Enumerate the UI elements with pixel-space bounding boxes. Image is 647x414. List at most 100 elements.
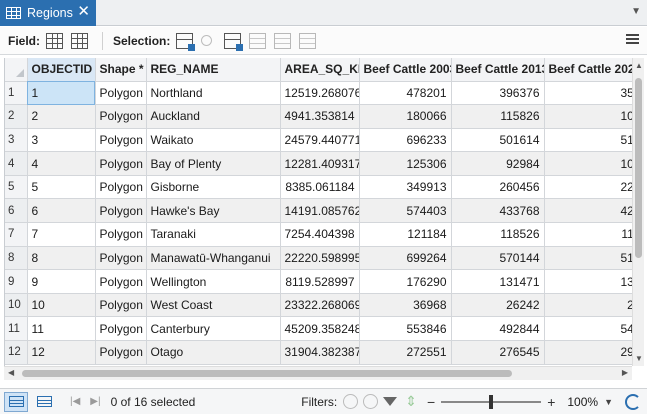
beef-2003-cell[interactable]: 349913 bbox=[359, 175, 452, 200]
copy-selection-icon[interactable] bbox=[299, 32, 317, 49]
table-row[interactable]: 8 8 Polygon Manawatū-Whanganui 22220.598995 6… bbox=[5, 246, 632, 271]
beef-2003-cell[interactable]: 180066 bbox=[359, 104, 452, 129]
scroll-left-icon[interactable]: ◀ bbox=[8, 368, 14, 377]
beef-2003-cell[interactable]: 553846 bbox=[359, 316, 452, 342]
column-header[interactable]: OBJECTID * bbox=[27, 58, 96, 82]
beef-2003-cell[interactable]: 176290 bbox=[359, 269, 452, 294]
beef-2013-cell[interactable]: 492844 bbox=[451, 316, 545, 342]
area-cell[interactable]: 31904.382387 bbox=[280, 340, 360, 365]
area-cell[interactable]: 23322.268069 bbox=[280, 293, 360, 318]
vertical-scroll-thumb[interactable] bbox=[635, 78, 642, 258]
column-header[interactable]: Beef Cattle 2013 bbox=[451, 58, 545, 82]
table-row[interactable]: 12 12 Polygon Otago 31904.382387 272551 276545… bbox=[5, 340, 632, 365]
objectid-cell[interactable]: 1 bbox=[27, 81, 96, 106]
show-selected-records-button[interactable] bbox=[32, 392, 56, 412]
table-row[interactable]: 5 5 Polygon Gisborne 8385.061184 349913 260456… bbox=[5, 175, 632, 200]
beef-2023-cell[interactable]: 299489 bbox=[544, 340, 632, 365]
first-record-icon[interactable]: |◀ bbox=[70, 396, 80, 407]
table-row[interactable]: 9 9 Polygon Wellington 8119.528997 176290 1314… bbox=[5, 269, 632, 294]
horizontal-scroll-thumb[interactable] bbox=[22, 370, 512, 377]
zoom-slider-knob[interactable] bbox=[489, 394, 494, 409]
reg-name-cell[interactable]: Bay of Plenty bbox=[146, 151, 281, 176]
chevron-down-icon[interactable]: ▼ bbox=[631, 6, 641, 17]
clear-selection-icon[interactable] bbox=[249, 32, 267, 49]
zoom-level[interactable]: 100% bbox=[567, 395, 598, 409]
shape-cell[interactable]: Polygon bbox=[95, 246, 147, 271]
beef-2023-cell[interactable]: 20487 bbox=[544, 293, 632, 318]
beef-2023-cell[interactable]: 542145 bbox=[544, 316, 632, 342]
row-number[interactable]: 1 bbox=[5, 81, 28, 106]
beef-2013-cell[interactable]: 260456 bbox=[451, 175, 545, 200]
column-header[interactable]: REG_NAME bbox=[146, 58, 281, 82]
chevron-down-icon[interactable]: ▼ bbox=[604, 397, 613, 407]
area-cell[interactable]: 4941.353814 bbox=[280, 104, 360, 129]
beef-2013-cell[interactable]: 26242 bbox=[451, 293, 545, 318]
table-row[interactable]: 3 3 Polygon Waikato 24579.440771 696233 501614… bbox=[5, 128, 632, 153]
horizontal-scrollbar[interactable]: ◀ ▶ bbox=[4, 366, 632, 380]
beef-2023-cell[interactable]: 517451 bbox=[544, 246, 632, 271]
area-cell[interactable]: 24579.440771 bbox=[280, 128, 360, 153]
zoom-out-button[interactable]: − bbox=[427, 394, 435, 410]
beef-2003-cell[interactable]: 696233 bbox=[359, 128, 452, 153]
beef-2003-cell[interactable]: 478201 bbox=[359, 81, 452, 106]
objectid-cell[interactable]: 5 bbox=[27, 175, 96, 200]
table-row[interactable]: 7 7 Polygon Taranaki 7254.404398 121184 118526… bbox=[5, 222, 632, 247]
row-number[interactable]: 5 bbox=[5, 175, 28, 200]
area-cell[interactable]: 22220.598995 bbox=[280, 246, 360, 271]
last-record-icon[interactable]: ▶| bbox=[90, 396, 100, 407]
row-number[interactable]: 9 bbox=[5, 269, 28, 294]
range-filter-icon[interactable] bbox=[363, 394, 379, 409]
scroll-down-icon[interactable]: ▼ bbox=[635, 354, 643, 363]
fields-view-icon[interactable] bbox=[71, 32, 88, 49]
add-field-icon[interactable] bbox=[46, 32, 63, 49]
column-header[interactable]: AREA_SQ_KM bbox=[280, 58, 360, 82]
row-number[interactable]: 12 bbox=[5, 340, 28, 365]
area-cell[interactable]: 12519.268076 bbox=[280, 81, 360, 106]
reg-name-cell[interactable]: Taranaki bbox=[146, 222, 281, 247]
reg-name-cell[interactable]: Canterbury bbox=[146, 316, 281, 342]
select-by-attributes-icon[interactable] bbox=[176, 32, 196, 51]
shape-cell[interactable]: Polygon bbox=[95, 316, 147, 342]
area-cell[interactable]: 8385.061184 bbox=[280, 175, 360, 200]
zoom-in-button[interactable]: + bbox=[547, 394, 555, 410]
beef-2013-cell[interactable]: 433768 bbox=[451, 198, 545, 224]
beef-2023-cell[interactable]: 425020 bbox=[544, 198, 632, 224]
shape-cell[interactable]: Polygon bbox=[95, 175, 147, 200]
shape-cell[interactable]: Polygon bbox=[95, 151, 147, 176]
beef-2013-cell[interactable]: 276545 bbox=[451, 340, 545, 365]
beef-2013-cell[interactable]: 115826 bbox=[451, 104, 545, 129]
beef-2013-cell[interactable]: 131471 bbox=[451, 269, 545, 294]
beef-2023-cell[interactable]: 513735 bbox=[544, 128, 632, 153]
row-number[interactable]: 6 bbox=[5, 198, 28, 224]
reg-name-cell[interactable]: Wellington bbox=[146, 269, 281, 294]
beef-2013-cell[interactable]: 396376 bbox=[451, 81, 545, 106]
beef-2023-cell[interactable]: 227786 bbox=[544, 175, 632, 200]
beef-2013-cell[interactable]: 118526 bbox=[451, 222, 545, 247]
column-header[interactable]: Beef Cattle 2023 bbox=[544, 58, 632, 82]
beef-2003-cell[interactable]: 272551 bbox=[359, 340, 452, 365]
close-icon[interactable]: ✕ bbox=[77, 4, 90, 20]
table-row[interactable]: 10 10 Polygon West Coast 23322.268069 36968 26… bbox=[5, 293, 632, 318]
objectid-cell[interactable]: 6 bbox=[27, 198, 96, 224]
row-number[interactable]: 7 bbox=[5, 222, 28, 247]
beef-2003-cell[interactable]: 125306 bbox=[359, 151, 452, 176]
refresh-icon[interactable] bbox=[625, 393, 641, 410]
reg-name-cell[interactable]: Otago bbox=[146, 340, 281, 365]
row-number[interactable]: 3 bbox=[5, 128, 28, 153]
objectid-cell[interactable]: 11 bbox=[27, 316, 96, 342]
row-number[interactable]: 11 bbox=[5, 316, 28, 342]
table-row[interactable]: 11 11 Polygon Canterbury 45209.358248 553846 4… bbox=[5, 316, 632, 342]
objectid-cell[interactable]: 9 bbox=[27, 269, 96, 294]
table-row[interactable]: 6 6 Polygon Hawke's Bay 14191.085762 574403 43… bbox=[5, 198, 632, 224]
objectid-cell[interactable]: 3 bbox=[27, 128, 96, 153]
objectid-cell[interactable]: 7 bbox=[27, 222, 96, 247]
objectid-cell[interactable]: 4 bbox=[27, 151, 96, 176]
beef-2003-cell[interactable]: 121184 bbox=[359, 222, 452, 247]
beef-2023-cell[interactable]: 134831 bbox=[544, 269, 632, 294]
zoom-slider[interactable] bbox=[441, 394, 542, 409]
row-number[interactable]: 8 bbox=[5, 246, 28, 271]
swap-icon[interactable]: ⇕ bbox=[405, 393, 417, 410]
objectid-cell[interactable]: 8 bbox=[27, 246, 96, 271]
reg-name-cell[interactable]: Auckland bbox=[146, 104, 281, 129]
row-number[interactable]: 4 bbox=[5, 151, 28, 176]
